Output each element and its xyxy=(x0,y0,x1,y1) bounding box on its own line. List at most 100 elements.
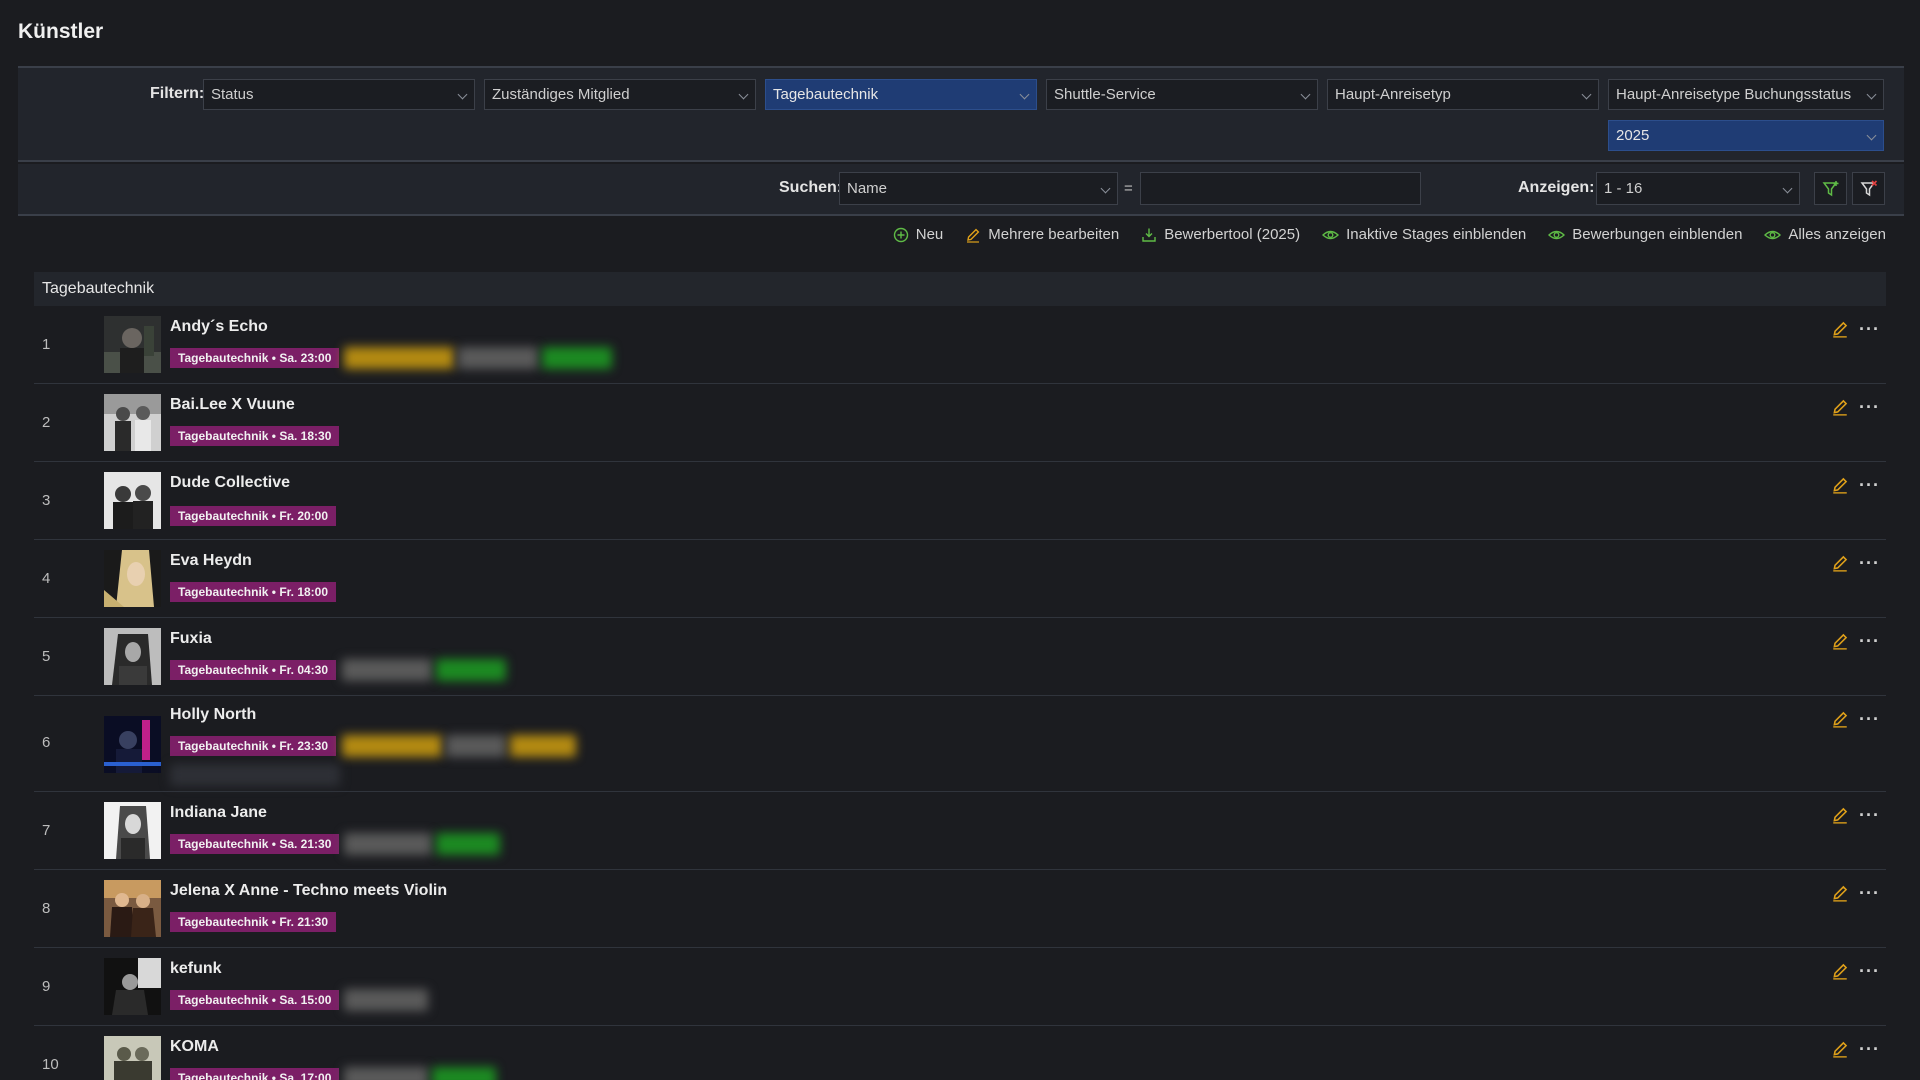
edit-icon[interactable] xyxy=(1831,476,1849,494)
artist-row[interactable]: 6 Holly North Tagebautechnik • Fr. 23:30… xyxy=(34,696,1886,792)
shuttle-filter[interactable]: Shuttle-Service xyxy=(1046,79,1318,110)
edit-icon[interactable] xyxy=(1831,320,1849,338)
show-applications-button[interactable]: Bewerbungen einblenden xyxy=(1548,226,1742,243)
redacted-tag xyxy=(542,347,612,369)
row-actions: ··· xyxy=(1831,884,1880,902)
artist-name[interactable]: Indiana Jane xyxy=(170,804,267,822)
filter-add-icon xyxy=(1822,180,1838,196)
artist-photo xyxy=(104,802,161,859)
artist-photo xyxy=(104,316,161,373)
artist-photo xyxy=(104,394,161,451)
artist-name[interactable]: kefunk xyxy=(170,960,222,978)
stage-filter[interactable]: Tagebautechnik xyxy=(765,79,1037,110)
slot-badge: Tagebautechnik • Sa. 21:30 xyxy=(170,834,340,854)
chevron-down-icon xyxy=(457,89,468,100)
more-options-icon[interactable]: ··· xyxy=(1859,710,1880,728)
edit-icon[interactable] xyxy=(1831,710,1849,728)
redacted-tag xyxy=(342,735,442,757)
more-options-icon[interactable]: ··· xyxy=(1859,554,1880,572)
edit-icon[interactable] xyxy=(1831,1040,1849,1058)
eye-icon xyxy=(1764,230,1782,239)
artist-name[interactable]: Eva Heydn xyxy=(170,552,252,570)
search-field-value: Name xyxy=(847,180,888,197)
artist-row[interactable]: 1 Andy´s Echo Tagebautechnik • Sa. 23:00… xyxy=(34,306,1886,384)
eye-icon xyxy=(1322,230,1340,239)
filter-label: Filtern: xyxy=(150,85,205,102)
page-range-select[interactable]: 1 - 16 xyxy=(1596,172,1800,205)
search-input[interactable] xyxy=(1140,172,1421,205)
member-filter-value: Zuständiges Mitglied xyxy=(492,86,630,103)
applicant-tool-button[interactable]: Bewerbertool (2025) xyxy=(1141,226,1300,243)
chevron-down-icon xyxy=(1300,89,1311,100)
row-number: 6 xyxy=(42,734,51,751)
artist-name[interactable]: Bai.Lee X Vuune xyxy=(170,396,295,414)
edit-icon[interactable] xyxy=(1831,554,1849,572)
more-options-icon[interactable]: ··· xyxy=(1859,632,1880,650)
slot-badge: Tagebautechnik • Fr. 20:00 xyxy=(170,506,337,526)
equals-sign: = xyxy=(1124,180,1133,197)
artist-row[interactable]: 2 Bai.Lee X Vuune Tagebautechnik • Sa. 1… xyxy=(34,384,1886,462)
year-filter[interactable]: 2025 xyxy=(1608,120,1884,151)
search-field-select[interactable]: Name xyxy=(839,172,1118,205)
edit-icon[interactable] xyxy=(1831,806,1849,824)
artist-row[interactable]: 8 Jelena X Anne - Techno meets Violin Ta… xyxy=(34,870,1886,948)
more-options-icon[interactable]: ··· xyxy=(1859,320,1880,338)
more-options-icon[interactable]: ··· xyxy=(1859,806,1880,824)
status-filter[interactable]: Status xyxy=(203,79,475,110)
artist-name[interactable]: Holly North xyxy=(170,706,256,724)
arrival-booking-status-filter[interactable]: Haupt-Anreisetype Buchungsstatus xyxy=(1608,79,1884,110)
row-actions: ··· xyxy=(1831,554,1880,572)
artist-name[interactable]: Dude Collective xyxy=(170,474,290,492)
chevron-down-icon xyxy=(1782,183,1793,194)
more-options-icon[interactable]: ··· xyxy=(1859,1040,1880,1058)
add-filter-button[interactable] xyxy=(1814,172,1847,205)
edit-icon[interactable] xyxy=(1831,398,1849,416)
row-number: 4 xyxy=(42,570,51,587)
artist-name[interactable]: Jelena X Anne - Techno meets Violin xyxy=(170,882,447,900)
redacted-tag xyxy=(458,347,538,369)
artist-row[interactable]: 4 Eva Heydn Tagebautechnik • Fr. 18:00 ·… xyxy=(34,540,1886,618)
edit-multiple-button[interactable]: Mehrere bearbeiten xyxy=(965,226,1119,243)
edit-icon[interactable] xyxy=(1831,632,1849,650)
action-toolbar: Neu Mehrere bearbeiten Bewerbertool (202… xyxy=(893,226,1886,243)
more-options-icon[interactable]: ··· xyxy=(1859,962,1880,980)
member-filter[interactable]: Zuständiges Mitglied xyxy=(484,79,756,110)
artist-row[interactable]: 5 Fuxia Tagebautechnik • Fr. 04:30 ··· xyxy=(34,618,1886,696)
row-number: 2 xyxy=(42,414,51,431)
redacted-tag xyxy=(342,659,432,681)
slot-badge: Tagebautechnik • Fr. 18:00 xyxy=(170,582,337,602)
chevron-down-icon xyxy=(1581,89,1592,100)
page-title: Künstler xyxy=(18,20,104,43)
row-number: 3 xyxy=(42,492,51,509)
artist-row[interactable]: 9 kefunk Tagebautechnik • Sa. 15:00 ··· xyxy=(34,948,1886,1026)
row-actions: ··· xyxy=(1831,398,1880,416)
slot-badge: Tagebautechnik • Fr. 23:30 xyxy=(170,736,337,756)
more-options-icon[interactable]: ··· xyxy=(1859,476,1880,494)
row-actions: ··· xyxy=(1831,710,1880,728)
artist-name[interactable]: Andy´s Echo xyxy=(170,318,268,336)
show-inactive-stages-button[interactable]: Inaktive Stages einblenden xyxy=(1322,226,1526,243)
row-actions: ··· xyxy=(1831,476,1880,494)
page-range-value: 1 - 16 xyxy=(1604,180,1643,197)
artist-photo xyxy=(104,550,161,607)
redacted-tag xyxy=(344,347,454,369)
artist-row[interactable]: 3 Dude Collective Tagebautechnik • Fr. 2… xyxy=(34,462,1886,540)
artist-row[interactable]: 10 KOMA Tagebautechnik • Sa. 17:00 ··· xyxy=(34,1026,1886,1080)
filter-remove-icon xyxy=(1860,179,1877,196)
redacted-tag xyxy=(344,989,428,1011)
chevron-down-icon xyxy=(1019,89,1030,100)
more-options-icon[interactable]: ··· xyxy=(1859,398,1880,416)
artist-row[interactable]: 7 Indiana Jane Tagebautechnik • Sa. 21:3… xyxy=(34,792,1886,870)
artist-name[interactable]: Fuxia xyxy=(170,630,212,648)
arrival-booking-status-filter-value: Haupt-Anreisetype Buchungsstatus xyxy=(1616,86,1852,103)
arrival-type-filter[interactable]: Haupt-Anreisetyp xyxy=(1327,79,1599,110)
edit-icon[interactable] xyxy=(1831,884,1849,902)
edit-icon[interactable] xyxy=(1831,962,1849,980)
artist-name[interactable]: KOMA xyxy=(170,1038,219,1056)
clear-filter-button[interactable] xyxy=(1852,172,1885,205)
new-button[interactable]: Neu xyxy=(893,226,943,243)
more-options-icon[interactable]: ··· xyxy=(1859,884,1880,902)
show-all-button[interactable]: Alles anzeigen xyxy=(1764,226,1886,243)
slot-badge: Tagebautechnik • Sa. 23:00 xyxy=(170,348,340,368)
search-panel: Suchen: Name = Anzeigen: 1 - 16 xyxy=(18,164,1904,216)
